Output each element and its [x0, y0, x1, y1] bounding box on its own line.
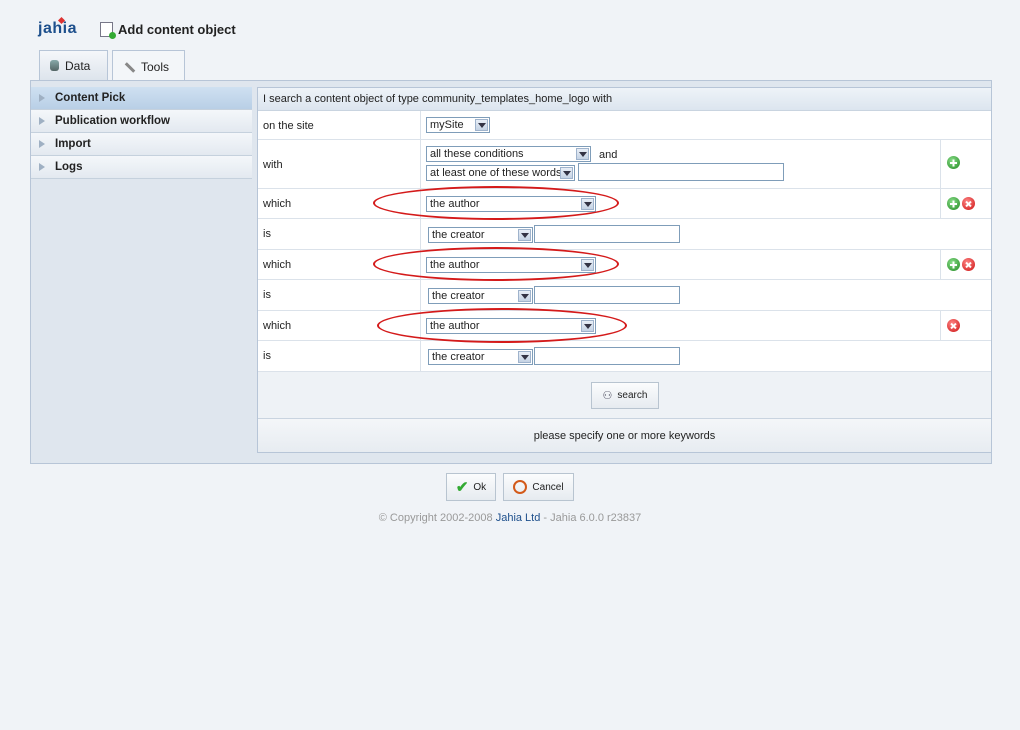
which-row: which the author — [258, 250, 991, 280]
words-mode-select[interactable]: at least one of these words — [426, 165, 575, 181]
sidebar-item-content-pick[interactable]: Content Pick — [31, 87, 252, 110]
sidebar: Content Pick Publication workflow Import… — [31, 87, 252, 179]
chevron-down-icon — [475, 119, 488, 131]
sidebar-item-import[interactable]: Import — [31, 133, 252, 156]
tab-tools[interactable]: Tools — [112, 50, 185, 82]
checkmark-icon: ✔ — [455, 479, 469, 496]
chevron-down-icon — [518, 351, 531, 363]
expand-arrow-icon — [39, 117, 45, 125]
jahia-logo: jahia — [38, 16, 77, 38]
value-input[interactable] — [534, 286, 680, 304]
database-icon — [50, 60, 59, 71]
add-condition-icon[interactable] — [947, 197, 960, 210]
which-label: which — [263, 320, 292, 332]
which-label: which — [263, 259, 292, 271]
add-condition-icon[interactable] — [947, 258, 960, 271]
chevron-down-icon — [518, 290, 531, 302]
with-row: with all these conditions and at least o… — [258, 140, 991, 189]
wrench-icon — [123, 61, 135, 73]
is-label: is — [263, 228, 271, 240]
highlight-oval — [373, 186, 619, 220]
conditions-select[interactable]: all these conditions — [426, 146, 591, 162]
is-label: is — [263, 289, 271, 301]
expand-arrow-icon — [39, 140, 45, 148]
copyright: © Copyright 2002-2008 Jahia Ltd - Jahia … — [378, 512, 642, 524]
highlight-oval — [377, 308, 627, 343]
which-label: which — [263, 198, 292, 210]
ok-button[interactable]: ✔ Ok — [446, 473, 496, 501]
site-select[interactable]: mySite — [426, 117, 490, 133]
is-select[interactable]: the creator — [428, 227, 533, 243]
is-select[interactable]: the creator — [428, 288, 533, 304]
chevron-down-icon — [518, 229, 531, 241]
remove-condition-icon[interactable] — [947, 319, 960, 332]
sidebar-item-logs[interactable]: Logs — [31, 156, 252, 179]
remove-condition-icon[interactable] — [962, 258, 975, 271]
and-label: and — [599, 149, 618, 161]
is-label: is — [263, 350, 271, 362]
page-title: Add content object — [100, 22, 236, 39]
chevron-down-icon — [576, 148, 589, 160]
add-content-icon — [100, 22, 116, 39]
add-condition-icon[interactable] — [947, 156, 960, 169]
expand-arrow-icon — [39, 94, 45, 102]
site-label: on the site — [263, 120, 314, 132]
is-select[interactable]: the creator — [428, 349, 533, 365]
binoculars-icon: ⚇ — [602, 390, 613, 402]
is-row: is the creator — [258, 219, 991, 250]
tab-data[interactable]: Data — [39, 50, 108, 80]
cancel-button[interactable]: Cancel — [503, 473, 574, 501]
chevron-down-icon — [560, 167, 573, 179]
site-row: on the site mySite — [258, 111, 991, 140]
sidebar-item-publication-workflow[interactable]: Publication workflow — [31, 110, 252, 133]
is-row: is the creator — [258, 341, 991, 372]
is-row: is the creator — [258, 280, 991, 311]
status-bar: please specify one or more keywords — [258, 418, 991, 452]
value-input[interactable] — [534, 225, 680, 243]
highlight-oval — [373, 247, 619, 281]
jahia-link[interactable]: Jahia Ltd — [496, 512, 541, 524]
which-row: which the author — [258, 189, 991, 219]
search-button[interactable]: ⚇ search — [591, 382, 659, 409]
form-header: I search a content object of type commun… — [258, 88, 991, 111]
keywords-input[interactable] — [578, 163, 784, 181]
cancel-icon — [513, 480, 528, 494]
expand-arrow-icon — [39, 163, 45, 171]
value-input[interactable] — [534, 347, 680, 365]
with-label: with — [263, 159, 283, 171]
remove-condition-icon[interactable] — [962, 197, 975, 210]
